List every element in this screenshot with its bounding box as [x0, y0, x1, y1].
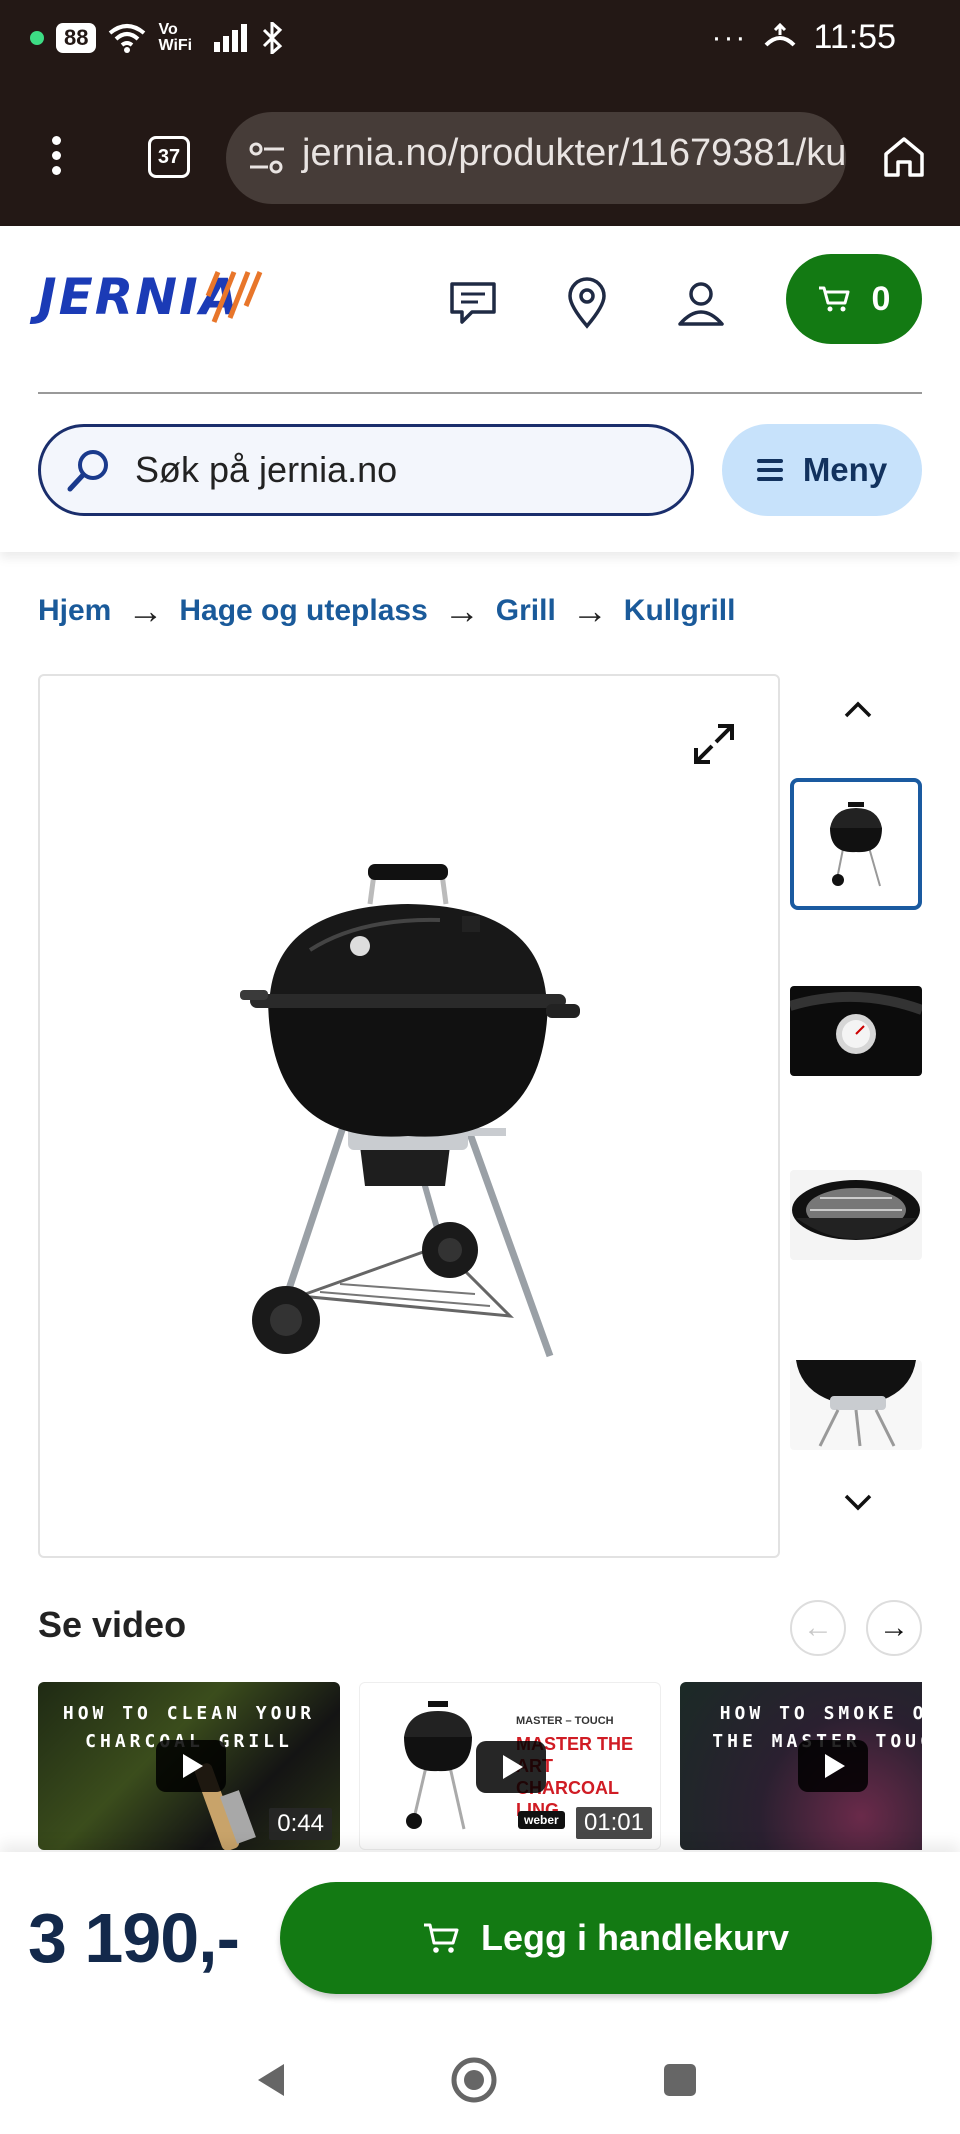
battery-indicator: 88	[56, 23, 97, 53]
system-navigation-bar	[0, 2022, 960, 2134]
store-location-icon[interactable]	[560, 276, 614, 330]
breadcrumb-item-garden[interactable]: Hage og uteplass	[179, 594, 427, 628]
status-clock: 11:55	[813, 18, 896, 56]
weber-brand-badge: weber	[518, 1811, 565, 1829]
arrow-right-icon: →	[127, 590, 164, 631]
video-duration: 01:01	[575, 1807, 652, 1839]
site-settings-icon[interactable]	[248, 140, 286, 176]
add-to-cart-button[interactable]: Legg i handlekurv	[280, 1882, 932, 1994]
purchase-bar: 3 190,- Legg i handlekurv	[0, 1852, 960, 2022]
breadcrumb-item-grill[interactable]: Grill	[496, 594, 556, 628]
kettle-grill-image	[240, 864, 580, 1358]
cart-icon	[818, 286, 850, 312]
video-next-button[interactable]: →	[866, 1600, 922, 1656]
breadcrumb: Hjem → Hage og uteplass → Grill → Kullgr…	[38, 590, 735, 632]
browser-toolbar: 37 jernia.no/produkter/11679381/ku	[0, 84, 960, 226]
cart-count: 0	[871, 279, 891, 318]
address-bar[interactable]: jernia.no/produkter/11679381/ku	[226, 112, 846, 204]
thumbnail-1[interactable]	[790, 778, 922, 910]
cart-button[interactable]: 0	[786, 254, 922, 344]
thumbnail-2[interactable]	[790, 986, 922, 1076]
search-placeholder: Søk på jernia.no	[135, 449, 398, 490]
tab-switcher-button[interactable]: 37	[148, 136, 190, 178]
vowifi-label: Vo WiFi	[158, 21, 193, 54]
chat-icon[interactable]	[446, 276, 500, 330]
video-grill-image	[404, 1701, 472, 1830]
arrow-right-icon: →	[571, 590, 608, 631]
thumbnail-ash-catcher-image	[790, 1360, 922, 1450]
video-prev-button[interactable]: ←	[790, 1600, 846, 1656]
signal-icon	[214, 24, 248, 52]
chevron-down-icon[interactable]	[840, 1490, 876, 1514]
video-card-2[interactable]: MASTER – TOUCH MASTER THE ART CHARCOAL L…	[359, 1682, 661, 1850]
browser-menu-icon[interactable]	[52, 136, 62, 176]
play-icon	[476, 1741, 546, 1793]
logo-stripes-icon	[205, 271, 263, 323]
site-header: JERNIA 0 Søk på jernia.no Meny	[0, 226, 960, 552]
menu-button[interactable]: Meny	[722, 424, 922, 516]
chevron-up-icon[interactable]	[840, 698, 876, 722]
cart-icon	[423, 1923, 459, 1953]
home-nav-icon[interactable]	[450, 2056, 498, 2104]
product-price: 3 190,-	[28, 1899, 240, 1977]
thumbnail-grate-image	[790, 1170, 922, 1260]
video-card-1[interactable]: HOW TO CLEAN YOUR CHARCOAL GRILL 0:44	[38, 1682, 340, 1850]
thumbnail-thermometer-image	[790, 986, 922, 1076]
more-status-icon: ···	[711, 20, 748, 54]
play-icon	[798, 1740, 868, 1792]
recents-icon[interactable]	[662, 2062, 698, 2098]
add-to-cart-label: Legg i handlekurv	[480, 1917, 790, 1958]
thumbnail-column	[790, 674, 926, 1558]
play-icon	[156, 1740, 226, 1792]
video-section-title: Se video	[38, 1604, 187, 1645]
search-icon	[67, 450, 108, 492]
menu-label: Meny	[802, 451, 888, 488]
notification-dot-icon	[30, 31, 44, 45]
call-forward-icon	[765, 22, 796, 46]
expand-icon[interactable]	[690, 720, 738, 768]
breadcrumb-item-home[interactable]: Hjem	[38, 594, 111, 628]
user-account-icon[interactable]	[674, 276, 728, 330]
home-icon[interactable]	[882, 136, 926, 178]
arrow-right-icon: →	[879, 1611, 909, 1644]
arrow-right-icon: →	[443, 590, 480, 631]
status-bar: 88 Vo WiFi ··· 11:55	[0, 0, 960, 84]
thumbnail-4[interactable]	[790, 1360, 922, 1450]
video-carousel: HOW TO CLEAN YOUR CHARCOAL GRILL 0:44 MA…	[38, 1682, 922, 1850]
arrow-left-icon: ←	[803, 1611, 833, 1644]
hamburger-icon	[756, 454, 783, 486]
header-divider	[38, 392, 922, 394]
video-card-3[interactable]: HOW TO SMOKE ON THE MASTER TOUCH	[680, 1682, 922, 1850]
wifi-icon	[109, 24, 146, 53]
thumbnail-3[interactable]	[790, 1170, 922, 1260]
thumbnail-grill-image	[830, 802, 882, 887]
video-caption-top: MASTER – TOUCH	[516, 1715, 614, 1727]
back-icon[interactable]	[252, 2060, 288, 2100]
product-main-image[interactable]	[38, 674, 780, 1558]
search-input[interactable]: Søk på jernia.no	[38, 424, 694, 516]
bluetooth-icon	[263, 22, 283, 54]
breadcrumb-item-charcoal-grill[interactable]: Kullgrill	[624, 594, 736, 628]
video-duration: 0:44	[269, 1808, 332, 1840]
url-text: jernia.no/produkter/11679381/ku	[302, 132, 846, 174]
